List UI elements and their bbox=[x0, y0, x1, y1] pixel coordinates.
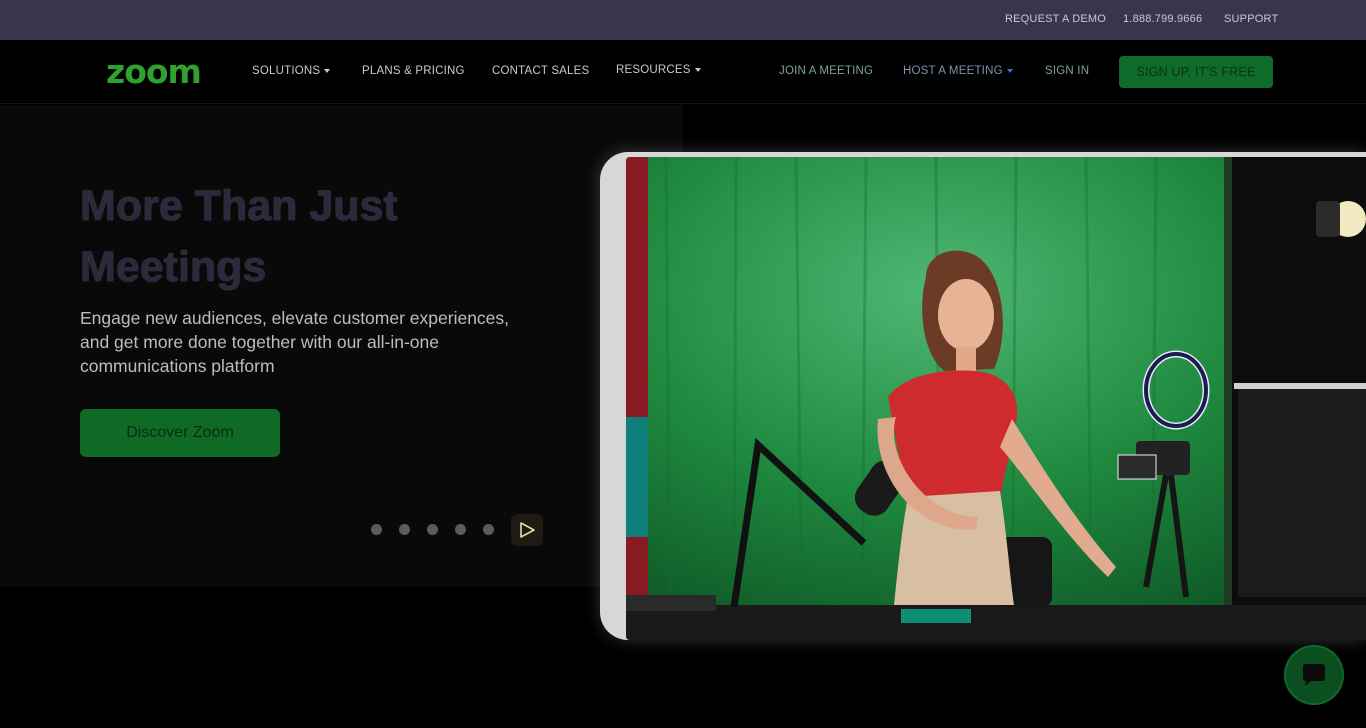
request-demo-link[interactable]: REQUEST A DEMO bbox=[1005, 13, 1106, 25]
chat-bubble-icon bbox=[1303, 664, 1325, 686]
utility-bar: REQUEST A DEMO 1.888.799.9666 SUPPORT bbox=[0, 0, 1366, 40]
host-meeting-label: HOST A MEETING bbox=[903, 65, 1003, 77]
sign-in-link[interactable]: SIGN IN bbox=[1045, 65, 1089, 77]
support-link[interactable]: SUPPORT bbox=[1224, 13, 1278, 25]
nav-plans-pricing[interactable]: PLANS & PRICING bbox=[362, 65, 465, 77]
carousel-dot-5[interactable] bbox=[483, 524, 494, 535]
hero-title-line1: More Than Just bbox=[80, 182, 398, 230]
discover-zoom-button[interactable]: Discover Zoom bbox=[80, 409, 280, 457]
carousel-dot-1[interactable] bbox=[371, 524, 382, 535]
carousel-dot-2[interactable] bbox=[399, 524, 410, 535]
hero-title: More Than Just Meetings bbox=[80, 176, 520, 298]
carousel-play-button[interactable] bbox=[511, 514, 543, 546]
nav-contact-sales[interactable]: CONTACT SALES bbox=[492, 65, 589, 77]
host-meeting-link[interactable]: HOST A MEETING bbox=[903, 65, 1013, 77]
chevron-down-icon bbox=[694, 67, 701, 72]
nav-resources[interactable]: RESOURCES bbox=[616, 64, 701, 76]
nav-solutions[interactable]: SOLUTIONS bbox=[252, 65, 331, 77]
zoom-logo[interactable]: zoom bbox=[106, 54, 202, 90]
sign-up-button[interactable]: SIGN UP, IT'S FREE bbox=[1119, 56, 1273, 88]
join-meeting-link[interactable]: JOIN A MEETING bbox=[779, 65, 873, 77]
nav-solutions-label: SOLUTIONS bbox=[252, 65, 321, 77]
main-nav: zoom SOLUTIONS PLANS & PRICING CONTACT S… bbox=[0, 40, 1366, 104]
hero-photo-illustration bbox=[626, 157, 1366, 640]
nav-resources-label: RESOURCES bbox=[616, 64, 691, 76]
hero-subtitle: Engage new audiences, elevate customer e… bbox=[80, 308, 510, 376]
chevron-down-icon bbox=[324, 68, 331, 73]
phone-link[interactable]: 1.888.799.9666 bbox=[1123, 13, 1202, 25]
chevron-down-icon bbox=[1006, 68, 1013, 73]
carousel-dot-3[interactable] bbox=[427, 524, 438, 535]
hero-image bbox=[626, 157, 1366, 640]
hero-title-line2: Meetings bbox=[80, 243, 267, 291]
chat-button[interactable] bbox=[1286, 647, 1342, 703]
play-icon bbox=[520, 522, 535, 538]
carousel-dot-4[interactable] bbox=[455, 524, 466, 535]
